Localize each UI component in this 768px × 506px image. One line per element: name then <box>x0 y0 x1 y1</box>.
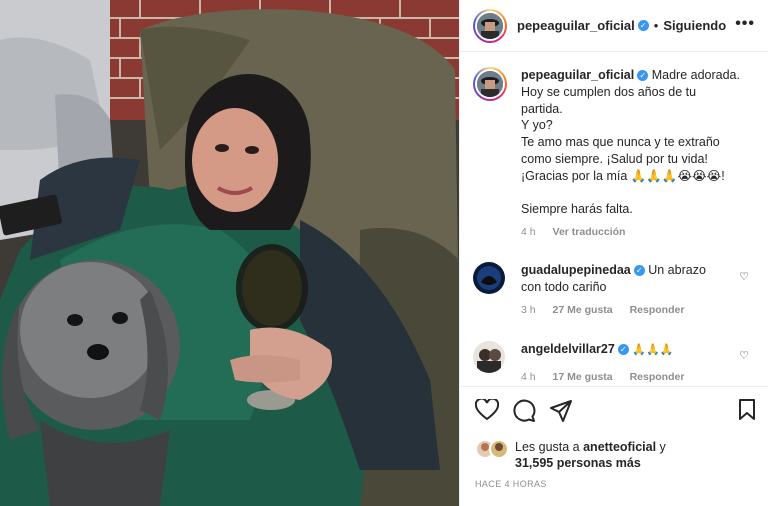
save-bookmark-icon[interactable] <box>738 399 756 426</box>
caption-line: partida. <box>521 101 563 116</box>
reply-button[interactable]: Responder <box>630 304 685 316</box>
caption-line: ¡Gracias por la mía 🙏🙏🙏😭😭😭! <box>521 168 725 183</box>
likes-prefix: Les gusta a <box>515 440 584 454</box>
caption-time: 4 h <box>521 226 536 239</box>
verified-badge-icon: ✓ <box>617 344 629 356</box>
translate-link[interactable]: Ver traducción <box>553 226 626 238</box>
comment-likes[interactable]: 27 Me gusta <box>553 304 613 316</box>
comment-bubble-icon[interactable] <box>512 399 536 428</box>
reply-button[interactable]: Responder <box>630 371 685 383</box>
caption-line: Te amo mas que nunca y te extraño <box>521 135 720 150</box>
author-avatar[interactable] <box>473 8 507 43</box>
comments-section: pepeaguilar_oficial ✓ Madre adorada. Hoy … <box>460 52 768 386</box>
caption-avatar[interactable] <box>473 67 507 101</box>
following-button[interactable]: Siguiendo <box>663 18 726 33</box>
comment-row: guadalupepinedaa ✓ Un abrazo con todo car… <box>473 262 757 318</box>
verified-badge-icon: ✓ <box>637 20 649 31</box>
likes-suffix: y <box>656 440 666 454</box>
author-username[interactable]: pepeaguilar_oficial <box>517 18 635 33</box>
likes-count[interactable]: 31,595 personas más <box>515 456 641 470</box>
like-heart-icon[interactable] <box>474 397 500 426</box>
post-timestamp[interactable]: HACE 4 HORAS <box>475 479 547 489</box>
caption-line: como siempre. ¡Salud por tu vida! <box>521 151 708 166</box>
verified-badge-icon: ✓ <box>637 70 649 82</box>
caption-line: Y yo? <box>521 118 553 133</box>
liker-username[interactable]: anetteoficial <box>583 440 656 454</box>
comment-meta: 4 h 17 Me gusta Responder <box>521 369 751 386</box>
avatar-image <box>477 71 503 97</box>
comment-meta: 3 h 27 Me gusta Responder <box>521 302 751 319</box>
post-header: pepeaguilar_oficial ✓ • Siguiendo ••• <box>460 0 768 52</box>
share-send-icon[interactable] <box>549 399 573 428</box>
avatar-image <box>477 12 503 39</box>
comment-row: angeldelvillar27 ✓ 🙏🙏🙏 4 h 17 Me gusta Re… <box>473 341 757 386</box>
comment-likes[interactable]: 17 Me gusta <box>553 371 613 383</box>
comment-text: con todo cariño <box>521 279 607 294</box>
post-actions: Les gusta a anetteoficial y 31,595 perso… <box>460 386 768 506</box>
comment-username[interactable]: angeldelvillar27 <box>521 342 615 356</box>
avatar-image <box>473 341 505 373</box>
post-side-panel: pepeaguilar_oficial ✓ • Siguiendo ••• pe… <box>459 0 768 506</box>
likes-summary: Les gusta a anetteoficial y 31,595 perso… <box>475 439 666 471</box>
caption-line: Hoy se cumplen dos años de tu <box>521 84 697 99</box>
comment-time: 4 h <box>521 370 536 383</box>
caption-line: Siempre harás falta. <box>521 202 633 217</box>
comment-like-heart-icon[interactable]: ♡ <box>739 270 749 283</box>
verified-badge-icon: ✓ <box>633 265 645 277</box>
comment-text: 🙏🙏🙏 <box>632 343 674 356</box>
liker-avatar-stack <box>475 439 509 459</box>
avatar-image <box>473 262 505 294</box>
caption-line: Madre adorada. <box>651 68 740 82</box>
comment-text: Un abrazo <box>648 263 706 277</box>
comment-avatar[interactable] <box>473 341 505 373</box>
comment-username[interactable]: guadalupepinedaa <box>521 263 631 277</box>
caption-row: pepeaguilar_oficial ✓ Madre adorada. Hoy … <box>473 67 757 241</box>
comment-avatar[interactable] <box>473 262 505 294</box>
more-options-icon[interactable]: ••• <box>735 15 755 33</box>
caption-meta: 4 h Ver traducción <box>521 224 751 241</box>
comment-like-heart-icon[interactable]: ♡ <box>739 349 749 362</box>
comment-time: 3 h <box>521 303 536 316</box>
photo-illustration <box>0 0 459 506</box>
caption-username[interactable]: pepeaguilar_oficial <box>521 68 634 82</box>
post-photo[interactable] <box>0 0 459 506</box>
liker-avatars[interactable] <box>475 439 509 459</box>
separator-dot: • <box>653 18 659 33</box>
